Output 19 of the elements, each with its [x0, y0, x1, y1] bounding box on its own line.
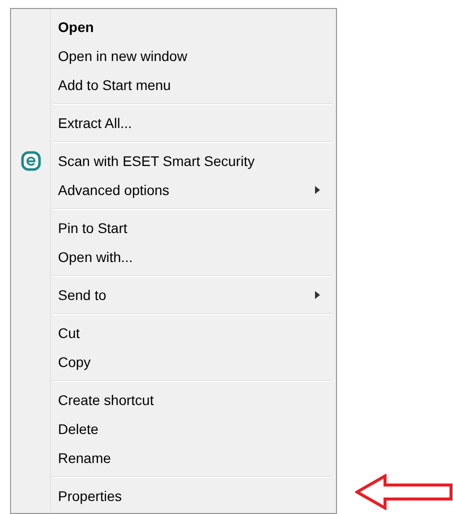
menu-item[interactable]: Send to	[13, 280, 334, 309]
menu-item[interactable]: Open with...	[13, 242, 334, 271]
menu-item[interactable]: Delete	[13, 414, 334, 443]
menu-item[interactable]: Rename	[13, 443, 334, 472]
menu-item[interactable]: Add to Start menu	[13, 70, 334, 99]
submenu-arrow-icon	[315, 186, 320, 194]
submenu-arrow-icon	[315, 291, 320, 299]
menu-item[interactable]: Create shortcut	[13, 385, 334, 414]
left-arrow-icon	[355, 474, 453, 510]
menu-item[interactable]: Advanced options	[13, 175, 334, 204]
menu-item[interactable]: Pin to Start	[13, 213, 334, 242]
menu-item[interactable]: Scan with ESET Smart Security	[13, 146, 334, 175]
menu-item[interactable]: Open	[13, 12, 334, 41]
menu-item[interactable]: Cut	[13, 318, 334, 347]
menu-item[interactable]: Extract All...	[13, 108, 334, 137]
menu-item[interactable]: Properties	[13, 481, 334, 510]
menu-item[interactable]: Open in new window	[13, 41, 334, 70]
shield-e-icon	[21, 151, 41, 171]
menu-item[interactable]: Copy	[13, 347, 334, 376]
